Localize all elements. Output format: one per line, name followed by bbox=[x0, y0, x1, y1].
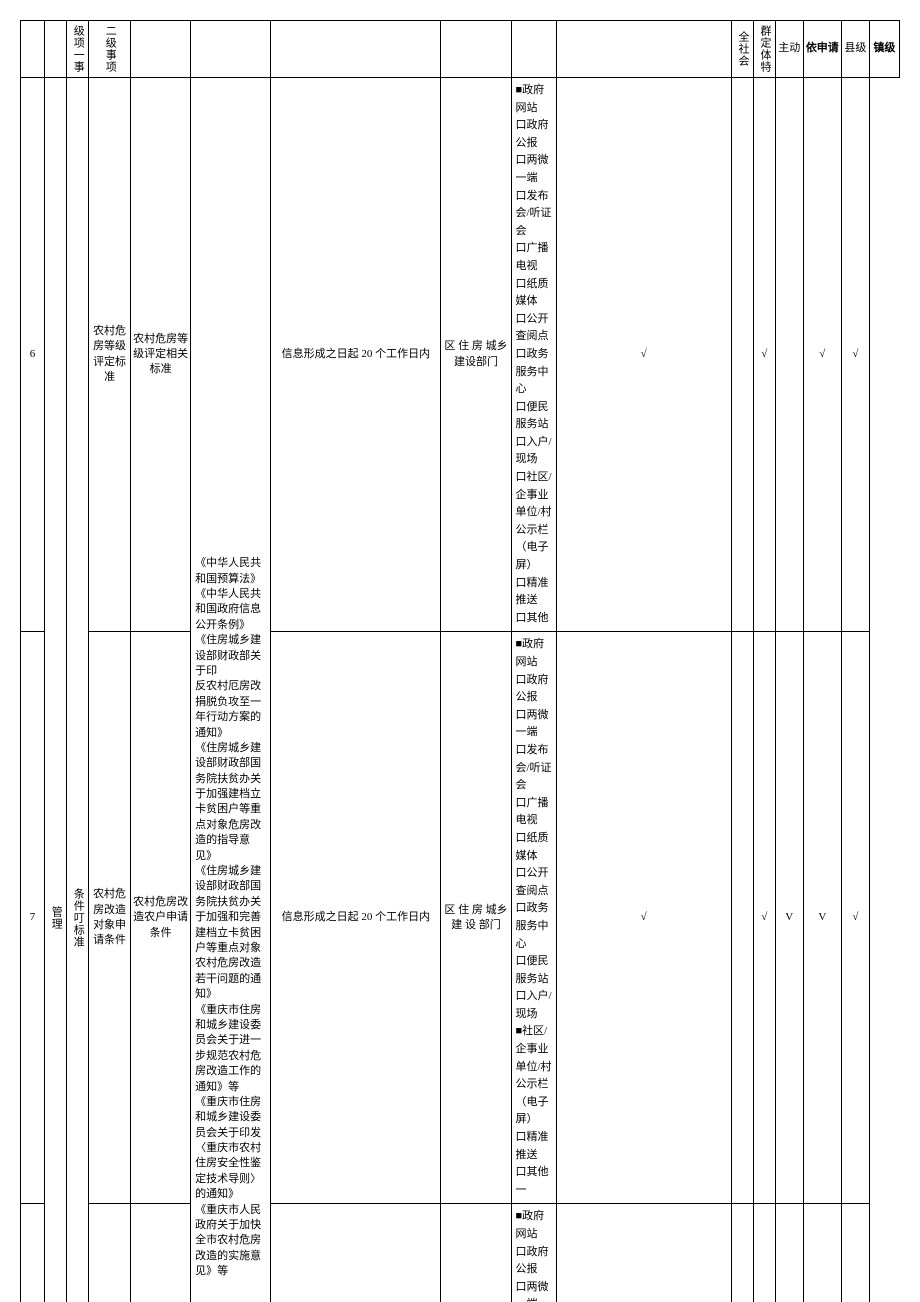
tgt-all-cell: √ bbox=[556, 78, 731, 632]
mode-apply-cell: V bbox=[775, 632, 803, 1204]
mode-active-cell: √ bbox=[753, 632, 775, 1204]
subject-cell: 区 住 房 城乡 建 设 部门 bbox=[441, 632, 511, 1204]
hdr-blank-1 bbox=[21, 21, 45, 78]
mode-apply-cell bbox=[775, 78, 803, 632]
table-row: 7 农村危房改造对象申请条件 农村危房改造农户申请条件 信息形成之日起 20 个… bbox=[21, 632, 900, 1204]
hdr-tgt-group: 群定体特 bbox=[753, 21, 775, 78]
hdr-lvl1: 级项一事 bbox=[67, 21, 89, 78]
hdr-tgt-all: 全社会 bbox=[731, 21, 753, 78]
lv-town-cell: √ bbox=[841, 632, 869, 1204]
tgt-all-cell: √ bbox=[556, 1204, 731, 1302]
table-row: 8 村房造金助准农危改资补标 农村危房改造资金补助标准 信息形成之日起 20 个… bbox=[21, 1204, 900, 1302]
basis-cell-6: 《中华人民共和国预算法》 《中华人民共和国政府信息公开条例》 《住房城乡建设部财… bbox=[191, 78, 271, 1302]
channels-cell: ■政府网站 口政府公报 口两微一端 口发布会/听证会 口广播电视 口纸质媒体 口… bbox=[511, 78, 556, 632]
item-cell: 农村危房等级评定相关标准 bbox=[131, 78, 191, 632]
hdr-blank-4 bbox=[191, 21, 271, 78]
time-cell: 信息形成之日起 20 个工作日内 bbox=[271, 78, 441, 632]
disclosure-table: 级项一事 二级事项 全社会 群定体特 主动 依申请 县级 镇级 6 管理 条件叮… bbox=[20, 20, 900, 1302]
channels-cell: ■政府网站 口政府公报 口两微一端 口发布会/听证会 口广播电视 口纸质媒体 口… bbox=[511, 1204, 556, 1302]
hdr-lv-county: 县级 bbox=[841, 21, 869, 78]
lv-county-cell: V bbox=[803, 632, 841, 1204]
hdr-mode-active: 主动 bbox=[775, 21, 803, 78]
seq-cell: 8 bbox=[21, 1204, 45, 1302]
hdr-blank-2 bbox=[45, 21, 67, 78]
tgt-group-cell bbox=[731, 1204, 753, 1302]
lvl1-cell: 条件叮标准 bbox=[67, 78, 89, 1302]
hdr-blank-7 bbox=[511, 21, 556, 78]
hdr-lv-town: 镇级 bbox=[869, 21, 899, 78]
hdr-blank-8 bbox=[556, 21, 731, 78]
lv-county-cell: √ bbox=[803, 1204, 841, 1302]
lvl2-cell: 农村危房等级评定标准 bbox=[89, 78, 131, 632]
lvl2-cell: 农村危房改造对象申请条件 bbox=[89, 632, 131, 1204]
lvl2-cell: 村房造金助准农危改资补标 bbox=[89, 1204, 131, 1302]
process-cell: 管理 bbox=[45, 78, 67, 1302]
subject-cell: 区 住 房 城乡建设部门 bbox=[441, 78, 511, 632]
hdr-lvl2: 二级事项 bbox=[89, 21, 131, 78]
tgt-all-cell: √ bbox=[556, 632, 731, 1204]
lv-county-cell: √ bbox=[803, 78, 841, 632]
hdr-blank-3 bbox=[131, 21, 191, 78]
table-row: 6 管理 条件叮标准 农村危房等级评定标准 农村危房等级评定相关标准 《中华人民… bbox=[21, 78, 900, 632]
lv-town-cell: √ bbox=[841, 1204, 869, 1302]
lv-town-cell: √ bbox=[841, 78, 869, 632]
time-cell: 信息形成之日起 20 个工作日内 bbox=[271, 632, 441, 1204]
seq-cell: 7 bbox=[21, 632, 45, 1204]
subject-cell: 区 住 房 城乡 建 设 部门 bbox=[441, 1204, 511, 1302]
mode-active-cell: √ bbox=[753, 78, 775, 632]
mode-apply-cell bbox=[775, 1204, 803, 1302]
seq-cell: 6 bbox=[21, 78, 45, 632]
tgt-group-cell bbox=[731, 78, 753, 632]
mode-active-cell: √ bbox=[753, 1204, 775, 1302]
hdr-blank-5 bbox=[271, 21, 441, 78]
header-row-top: 级项一事 二级事项 全社会 群定体特 主动 依申请 县级 镇级 bbox=[21, 21, 900, 78]
hdr-mode-apply: 依申请 bbox=[803, 21, 841, 78]
hdr-blank-6 bbox=[441, 21, 511, 78]
time-cell: 信息形成之日起 20 个工作日内 bbox=[271, 1204, 441, 1302]
channels-cell: ■政府网站 口政府公报 口两微一端 口发布会/听证会 口广播电视 口纸质媒体 口… bbox=[511, 632, 556, 1204]
tgt-group-cell bbox=[731, 632, 753, 1204]
item-cell: 农村危房改造资金补助标准 bbox=[131, 1204, 191, 1302]
item-cell: 农村危房改造农户申请条件 bbox=[131, 632, 191, 1204]
